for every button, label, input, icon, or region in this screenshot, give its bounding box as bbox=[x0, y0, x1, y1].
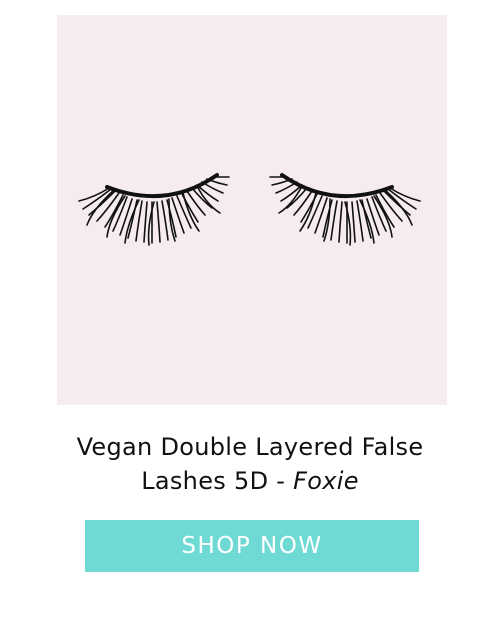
right-lash-icon bbox=[269, 173, 421, 246]
product-title-line1: Vegan Double Layered False bbox=[76, 433, 424, 461]
product-variant-name: Foxie bbox=[293, 467, 359, 495]
shop-now-button[interactable]: SHOP NOW bbox=[85, 520, 419, 572]
product-title[interactable]: Vegan Double Layered False Lashes 5D - F… bbox=[30, 430, 470, 498]
product-card: Vegan Double Layered False Lashes 5D - F… bbox=[0, 0, 500, 628]
product-title-line2: Lashes 5D - Foxie bbox=[30, 464, 470, 498]
false-lashes-icon bbox=[78, 173, 421, 246]
left-lash-icon bbox=[78, 173, 230, 246]
product-image[interactable] bbox=[57, 15, 447, 405]
product-title-prefix: Lashes 5D - bbox=[141, 467, 294, 495]
